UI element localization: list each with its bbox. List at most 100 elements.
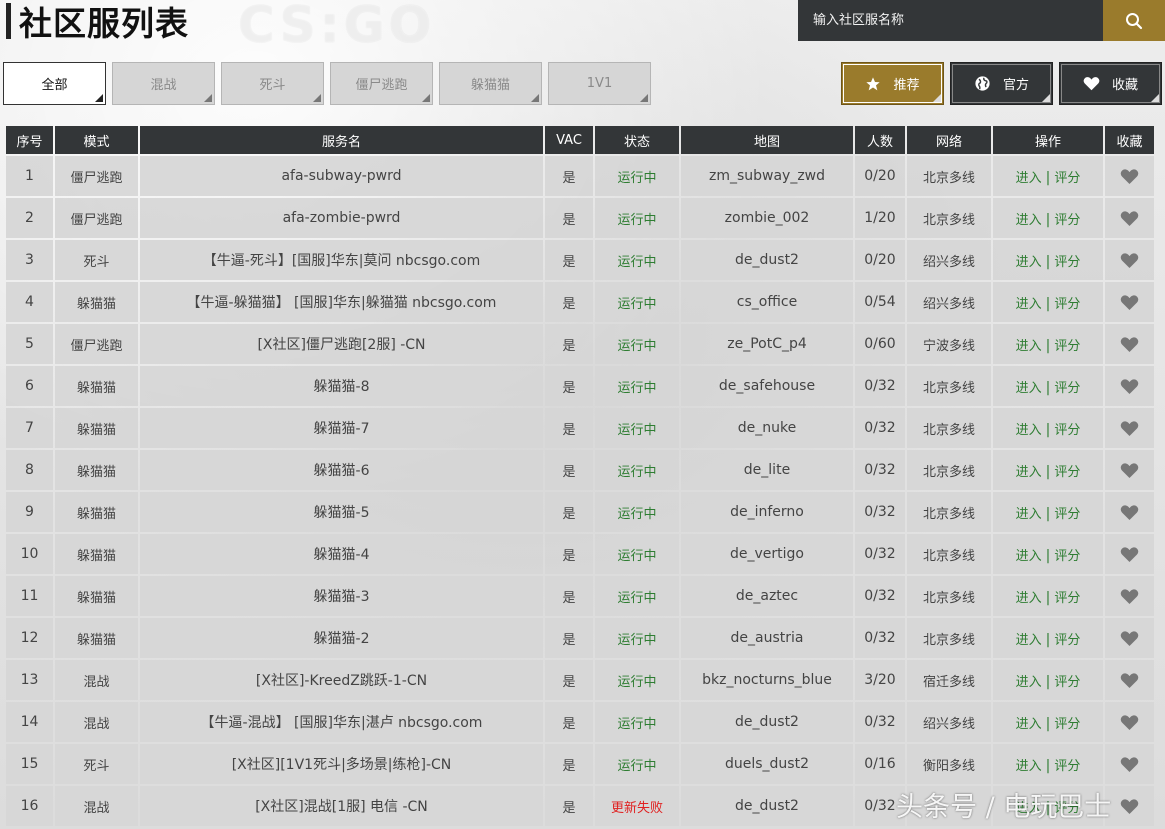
official-label: 官方 <box>1002 78 1029 93</box>
row-mode: 混战 <box>55 702 138 742</box>
join-link[interactable]: 进入 <box>1016 675 1042 690</box>
table-row[interactable]: 5 僵尸逃跑 [X社区]僵尸逃跑[2服] -CN 是运行中 ze_PotC_p4 0/60… <box>6 324 1154 364</box>
column-header-map[interactable]: 地图 <box>681 126 853 154</box>
join-link[interactable]: 进入 <box>1016 591 1042 606</box>
join-link[interactable]: 进入 <box>1016 549 1042 564</box>
row-players: 0/32 <box>855 450 905 490</box>
row-server-name: 躲猫猫-3 <box>140 576 543 616</box>
row-favorite[interactable] <box>1105 366 1154 406</box>
table-row[interactable]: 10 躲猫猫 躲猫猫-4 是运行中 de_vertigo 0/32 北京多线 进入 | 评分 <box>6 534 1154 574</box>
heart-icon <box>1120 714 1139 730</box>
row-favorite[interactable] <box>1105 660 1154 700</box>
column-header-mode[interactable]: 模式 <box>55 126 138 154</box>
tab-zombie-escape[interactable]: 僵尸逃跑 <box>330 62 433 105</box>
table-row[interactable]: 12 躲猫猫 躲猫猫-2 是运行中 de_austria 0/32 北京多线 进入 | 评分 <box>6 618 1154 658</box>
rate-link[interactable]: 评分 <box>1054 339 1080 354</box>
join-link[interactable]: 进入 <box>1016 465 1042 480</box>
rate-link[interactable]: 评分 <box>1054 549 1080 564</box>
rate-link[interactable]: 评分 <box>1054 465 1080 480</box>
column-header-actions[interactable]: 操作 <box>993 126 1103 154</box>
rate-link[interactable]: 评分 <box>1054 297 1080 312</box>
rate-link[interactable]: 评分 <box>1054 759 1080 774</box>
row-index: 14 <box>6 702 53 742</box>
favorites-button[interactable]: 收藏 <box>1059 62 1162 105</box>
join-link[interactable]: 进入 <box>1016 171 1042 186</box>
row-network: 北京多线 <box>907 576 991 616</box>
table-row[interactable]: 9 躲猫猫 躲猫猫-5 是运行中 de_inferno 0/32 北京多线 进入 | 评分 <box>6 492 1154 532</box>
join-link[interactable]: 进入 <box>1016 297 1042 312</box>
row-network: 北京多线 <box>907 198 991 238</box>
table-row[interactable]: 8 躲猫猫 躲猫猫-6 是运行中 de_lite 0/32 北京多线 进入 | 评分 <box>6 450 1154 490</box>
table-row[interactable]: 4 躲猫猫 【牛逼-躲猫猫】 [国服]华东|躲猫猫 nbcsgo.com 是运行中 cs… <box>6 282 1154 322</box>
row-favorite[interactable] <box>1105 492 1154 532</box>
join-link[interactable]: 进入 <box>1016 759 1042 774</box>
row-favorite[interactable] <box>1105 744 1154 784</box>
rate-link[interactable]: 评分 <box>1054 717 1080 732</box>
rate-link[interactable]: 评分 <box>1054 255 1080 270</box>
row-favorite[interactable] <box>1105 618 1154 658</box>
table-row[interactable]: 7 躲猫猫 躲猫猫-7 是运行中 de_nuke 0/32 北京多线 进入 | 评分 <box>6 408 1154 448</box>
official-button[interactable]: 官方 <box>950 62 1053 105</box>
column-header-favorite[interactable]: 收藏 <box>1105 126 1154 154</box>
row-vac: 是 <box>545 240 593 280</box>
row-favorite[interactable] <box>1105 282 1154 322</box>
join-link[interactable]: 进入 <box>1016 717 1042 732</box>
column-header-network[interactable]: 网络 <box>907 126 991 154</box>
join-link[interactable]: 进入 <box>1016 633 1042 648</box>
rate-link[interactable]: 评分 <box>1054 213 1080 228</box>
row-server-name: 躲猫猫-6 <box>140 450 543 490</box>
table-row[interactable]: 13 混战 [X社区]-KreedZ跳跃-1-CN 是运行中 bkz_nocturns_… <box>6 660 1154 700</box>
search-button[interactable] <box>1103 0 1165 41</box>
column-header-server-name[interactable]: 服务名 <box>140 126 543 154</box>
tab-1v1[interactable]: 1V1 <box>548 62 651 105</box>
row-favorite[interactable] <box>1105 534 1154 574</box>
row-favorite[interactable] <box>1105 576 1154 616</box>
row-favorite[interactable] <box>1105 156 1154 196</box>
column-header-index[interactable]: 序号 <box>6 126 53 154</box>
row-favorite[interactable] <box>1105 786 1154 826</box>
table-row[interactable]: 2 僵尸逃跑 afa-zombie-pwrd 是运行中 zombie_002 1/20 北京… <box>6 198 1154 238</box>
join-link[interactable]: 进入 <box>1016 213 1042 228</box>
tab-melee[interactable]: 混战 <box>112 62 215 105</box>
row-server-name: [X社区][1V1死斗|多场景|练枪]-CN <box>140 744 543 784</box>
row-network: 宁波多线 <box>907 324 991 364</box>
join-link[interactable]: 进入 <box>1016 339 1042 354</box>
row-favorite[interactable] <box>1105 450 1154 490</box>
row-map: cs_office <box>681 282 853 322</box>
rate-link[interactable]: 评分 <box>1054 675 1080 690</box>
tab-all[interactable]: 全部 <box>3 62 106 105</box>
row-favorite[interactable] <box>1105 408 1154 448</box>
table-row[interactable]: 3 死斗 【牛逼-死斗】[国服]华东|莫问 nbcsgo.com 是运行中 de_dus… <box>6 240 1154 280</box>
rate-link[interactable]: 评分 <box>1054 423 1080 438</box>
search-input[interactable] <box>798 0 1103 41</box>
row-mode: 躲猫猫 <box>55 492 138 532</box>
row-favorite[interactable] <box>1105 240 1154 280</box>
tab-hide-and-seek[interactable]: 躲猫猫 <box>439 62 542 105</box>
column-header-vac[interactable]: VAC <box>545 126 593 154</box>
table-row[interactable]: 6 躲猫猫 躲猫猫-8 是运行中 de_safehouse 0/32 北京多线 进入 | 评分 <box>6 366 1154 406</box>
corner-marker <box>422 94 430 102</box>
table-row[interactable]: 1 僵尸逃跑 afa-subway-pwrd 是运行中 zm_subway_zwd 0/2… <box>6 156 1154 196</box>
join-link[interactable]: 进入 <box>1016 507 1042 522</box>
table-row[interactable]: 14 混战 【牛逼-混战】 [国服]华东|湛卢 nbcsgo.com 是运行中 de_d… <box>6 702 1154 742</box>
row-favorite[interactable] <box>1105 198 1154 238</box>
table-row[interactable]: 11 躲猫猫 躲猫猫-3 是运行中 de_aztec 0/32 北京多线 进入 | 评分 <box>6 576 1154 616</box>
row-map: de_lite <box>681 450 853 490</box>
rate-link[interactable]: 评分 <box>1054 381 1080 396</box>
rate-link[interactable]: 评分 <box>1054 633 1080 648</box>
row-status: 运行中 <box>595 450 679 490</box>
recommended-button[interactable]: 推荐 <box>841 62 944 105</box>
rate-link[interactable]: 评分 <box>1054 591 1080 606</box>
row-favorite[interactable] <box>1105 702 1154 742</box>
rate-link[interactable]: 评分 <box>1054 171 1080 186</box>
column-header-players[interactable]: 人数 <box>855 126 905 154</box>
table-row[interactable]: 15 死斗 [X社区][1V1死斗|多场景|练枪]-CN 是运行中 duels_dust… <box>6 744 1154 784</box>
row-map: zombie_002 <box>681 198 853 238</box>
row-favorite[interactable] <box>1105 324 1154 364</box>
rate-link[interactable]: 评分 <box>1054 507 1080 522</box>
tab-deathmatch[interactable]: 死斗 <box>221 62 324 105</box>
join-link[interactable]: 进入 <box>1016 381 1042 396</box>
column-header-status[interactable]: 状态 <box>595 126 679 154</box>
join-link[interactable]: 进入 <box>1016 255 1042 270</box>
join-link[interactable]: 进入 <box>1016 423 1042 438</box>
